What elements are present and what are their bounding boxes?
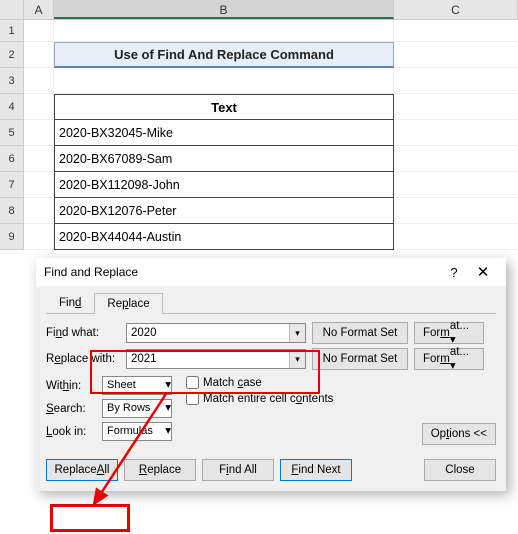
data-cell[interactable]: 2020-BX32045-Mike — [54, 120, 394, 146]
data-cell[interactable]: 2020-BX112098-John — [54, 172, 394, 198]
find-format-status: No Format Set — [312, 322, 408, 344]
search-select[interactable]: By Rows▾ — [102, 399, 172, 418]
row-header-8[interactable]: 8 — [0, 198, 24, 224]
find-next-button[interactable]: Find Next — [280, 459, 352, 481]
row-header-3[interactable]: 3 — [0, 68, 24, 94]
find-what-label: Find what: — [46, 327, 120, 339]
row-header-7[interactable]: 7 — [0, 172, 24, 198]
tab-replace[interactable]: Replace — [94, 293, 162, 314]
replace-all-button[interactable]: Replace All — [46, 459, 118, 481]
replace-format-button[interactable]: Format... ▾ — [414, 348, 484, 370]
row-header-5[interactable]: 5 — [0, 120, 24, 146]
col-header-c[interactable]: C — [394, 0, 518, 19]
data-cell[interactable]: 2020-BX44044-Austin — [54, 224, 394, 250]
options-button[interactable]: Options << — [422, 423, 496, 445]
chevron-down-icon[interactable]: ▾ — [165, 423, 171, 440]
cell-b1[interactable] — [54, 20, 394, 42]
col-header-b[interactable]: B — [54, 0, 394, 19]
annotation-box — [50, 504, 130, 532]
tab-find[interactable]: Find — [46, 292, 94, 313]
header-cell[interactable]: Text — [54, 94, 394, 120]
replace-with-label: Replace with: — [46, 353, 120, 365]
row-header-4[interactable]: 4 — [0, 94, 24, 120]
cell-b3[interactable] — [54, 68, 394, 94]
row-header-2[interactable]: 2 — [0, 42, 24, 68]
replace-with-combo[interactable]: ▾ — [126, 349, 306, 369]
chevron-down-icon[interactable]: ▾ — [165, 400, 171, 417]
close-button[interactable]: Close — [424, 459, 496, 481]
find-replace-dialog: Find and Replace ? ✕ Find Replace Find w… — [36, 258, 506, 491]
replace-button[interactable]: Replace — [124, 459, 196, 481]
row-header-9[interactable]: 9 — [0, 224, 24, 250]
replace-with-input[interactable] — [127, 350, 289, 368]
match-case-checkbox[interactable]: Match case — [186, 376, 333, 389]
help-button[interactable]: ? — [440, 265, 468, 280]
select-all-corner[interactable] — [0, 0, 24, 19]
within-select[interactable]: Sheet▾ — [102, 376, 172, 395]
col-header-a[interactable]: A — [24, 0, 54, 19]
find-what-input[interactable] — [127, 324, 289, 342]
row-header-1[interactable]: 1 — [0, 20, 24, 42]
close-icon[interactable]: ✕ — [468, 263, 498, 281]
chevron-down-icon[interactable]: ▾ — [289, 350, 305, 368]
lookin-label: Look in: — [46, 426, 96, 438]
chevron-down-icon[interactable]: ▾ — [165, 377, 171, 394]
find-format-button[interactable]: Format... ▾ — [414, 322, 484, 344]
replace-format-status: No Format Set — [312, 348, 408, 370]
find-what-combo[interactable]: ▾ — [126, 323, 306, 343]
lookin-select[interactable]: Formulas▾ — [102, 422, 172, 441]
chevron-down-icon[interactable]: ▾ — [289, 324, 305, 342]
data-cell[interactable]: 2020-BX67089-Sam — [54, 146, 394, 172]
within-label: Within: — [46, 380, 96, 392]
data-cell[interactable]: 2020-BX12076-Peter — [54, 198, 394, 224]
dialog-title: Find and Replace — [44, 265, 440, 279]
search-label: Search: — [46, 403, 96, 415]
find-all-button[interactable]: Find All — [202, 459, 274, 481]
row-header-6[interactable]: 6 — [0, 146, 24, 172]
match-contents-checkbox[interactable]: Match entire cell contents — [186, 392, 333, 405]
title-cell[interactable]: Use of Find And Replace Command — [54, 42, 394, 68]
